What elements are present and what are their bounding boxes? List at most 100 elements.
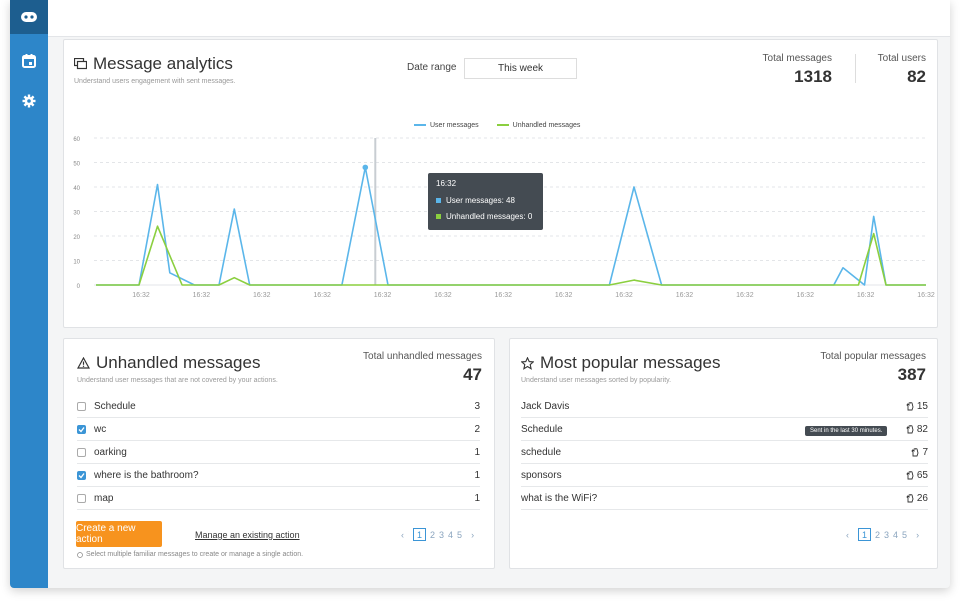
y-tick-label: 0 (77, 284, 81, 290)
total-unhandled-label: Total unhandled messages (363, 351, 482, 362)
page-button[interactable]: 1 (413, 528, 426, 541)
x-tick-label: 16:32 (495, 292, 513, 299)
message-count: 82 (916, 423, 928, 435)
hand-icon (906, 424, 914, 433)
popular-title: Most popular messages (540, 353, 721, 372)
list-item[interactable]: where is the bathroom? 1 (77, 464, 480, 487)
x-tick-label: 16:32 (193, 292, 211, 299)
message-count: 7 (922, 446, 928, 458)
page-button[interactable]: 5 (902, 530, 907, 540)
message-label: map (94, 492, 114, 504)
count-group: 7 (911, 447, 928, 458)
user-messages-dot (436, 198, 441, 203)
total-messages-value: 1318 (794, 67, 832, 86)
count-group: 26 (906, 493, 928, 504)
pagination: ‹ 1 2 3 4 5 › (396, 528, 479, 541)
check-icon (78, 472, 85, 478)
total-users-kpi: Total users 82 (878, 53, 926, 87)
message-label: Schedule (521, 423, 563, 435)
app-window: Message analytics Understand users engag… (10, 0, 950, 588)
unhandled-title: Unhandled messages (96, 353, 261, 372)
page-button[interactable]: 3 (439, 530, 444, 540)
list-item[interactable]: map 1 (77, 487, 480, 510)
checkbox[interactable] (77, 470, 86, 480)
list-item[interactable]: Schedule 3 (77, 395, 480, 418)
page-button[interactable]: 1 (858, 528, 871, 541)
count-group: 65 (906, 470, 928, 481)
message-label: schedule (521, 446, 562, 458)
unhandled-messages-card: Unhandled messages Understand user messa… (63, 338, 495, 569)
next-page-button[interactable]: › (911, 528, 924, 541)
x-tick-label: 16:32 (313, 292, 331, 299)
chat-icon (74, 58, 87, 70)
prev-page-button[interactable]: ‹ (841, 528, 854, 541)
chart-tooltip: 16:32 User messages: 48 Unhandled messag… (428, 173, 543, 230)
checkbox[interactable] (77, 424, 86, 434)
bot-icon (21, 12, 37, 22)
message-label: wc (94, 423, 107, 435)
next-page-button[interactable]: › (466, 528, 479, 541)
message-label: what is the WiFi? (521, 492, 598, 504)
x-tick-label: 16:32 (615, 292, 633, 299)
list-item[interactable]: oarking 1 (77, 441, 480, 464)
x-tick-label: 16:32 (253, 292, 271, 299)
x-tick-label: 16:32 (736, 292, 754, 299)
page-button[interactable]: 2 (875, 530, 880, 540)
message-analytics-card: Message analytics Understand users engag… (63, 39, 938, 328)
page-button[interactable]: 4 (448, 530, 453, 540)
page-button[interactable]: 3 (884, 530, 889, 540)
message-label: Jack Davis (521, 400, 570, 412)
date-range-label: Date range (407, 62, 457, 73)
sidebar-item-bot[interactable] (10, 0, 48, 34)
message-count: 1 (474, 446, 480, 458)
date-range-select[interactable]: This week (464, 58, 577, 79)
prev-page-button[interactable]: ‹ (396, 528, 409, 541)
x-tick-label: 16:32 (434, 292, 452, 299)
check-icon (78, 426, 85, 432)
y-tick-label: 30 (73, 211, 80, 217)
page-button[interactable]: 4 (893, 530, 898, 540)
x-tick-label: 16:32 (374, 292, 392, 299)
x-tick-label: 16:32 (917, 292, 935, 299)
kpi-divider (855, 54, 856, 83)
row-tooltip: Sent in the last 30 minutes. (805, 426, 888, 436)
hand-icon (906, 470, 914, 479)
analytics-title: Message analytics (93, 54, 233, 73)
tooltip-line: Unhandled messages: 0 (446, 212, 533, 221)
total-popular-value: 387 (897, 365, 926, 384)
page-button[interactable]: 2 (430, 530, 435, 540)
message-label: Schedule (94, 400, 136, 412)
hand-icon (911, 447, 919, 456)
checkbox[interactable] (77, 493, 86, 503)
sidebar-item-calendar[interactable] (10, 44, 48, 78)
total-users-value: 82 (907, 67, 926, 86)
total-messages-label: Total messages (762, 53, 832, 64)
total-unhandled-kpi: Total unhandled messages 47 (363, 351, 482, 385)
list-item[interactable]: wc 2 (77, 418, 480, 441)
star-icon (521, 356, 534, 370)
page-button[interactable]: 5 (457, 530, 462, 540)
list-item[interactable]: Jack Davis 15 (521, 395, 928, 418)
message-count: 26 (916, 492, 928, 504)
y-tick-label: 40 (73, 186, 80, 192)
count-group: 15 (906, 401, 928, 412)
list-item[interactable]: sponsors 65 (521, 464, 928, 487)
data-point (362, 164, 369, 171)
sidebar-item-settings[interactable] (10, 84, 48, 118)
checkbox[interactable] (77, 447, 86, 457)
total-unhandled-value: 47 (463, 365, 482, 384)
x-tick-label: 16:32 (132, 292, 150, 299)
create-action-button[interactable]: Create a new action (76, 521, 162, 547)
list-item[interactable]: what is the WiFi? 26 (521, 487, 928, 510)
top-bar (48, 0, 950, 37)
checkbox[interactable] (77, 401, 86, 411)
unhandled-messages-dot (436, 214, 441, 219)
warning-icon (77, 357, 90, 369)
note-text: Select multiple familiar messages to cre… (86, 551, 304, 558)
message-count: 65 (916, 469, 928, 481)
manage-action-link[interactable]: Manage an existing action (195, 530, 300, 540)
total-users-label: Total users (877, 53, 926, 64)
list-item[interactable]: schedule 7 (521, 441, 928, 464)
hand-icon (906, 493, 914, 502)
total-popular-kpi: Total popular messages 387 (820, 351, 926, 385)
